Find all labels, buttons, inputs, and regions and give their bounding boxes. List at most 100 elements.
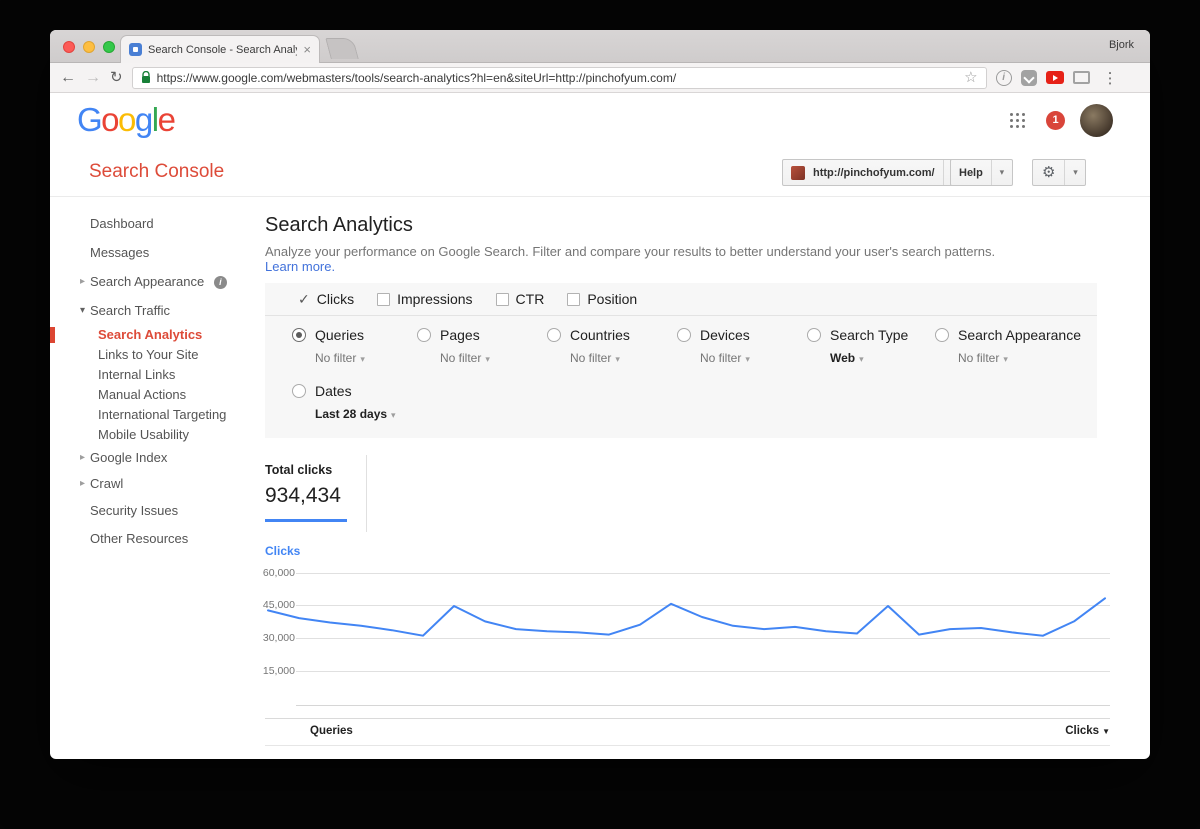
zoom-window-button[interactable] xyxy=(103,41,115,53)
sidebar-item-internal-links[interactable]: Internal Links xyxy=(50,365,265,385)
checkbox-icon[interactable] xyxy=(496,293,509,306)
table-header-clicks[interactable]: Clicks xyxy=(990,725,1110,737)
sort-desc-icon xyxy=(1099,725,1110,737)
minimize-window-button[interactable] xyxy=(83,41,95,53)
totals-divider xyxy=(366,455,367,532)
sidebar-item-search-appearance[interactable]: Search Appearance xyxy=(50,267,265,296)
metric-impressions[interactable]: Impressions xyxy=(377,291,472,307)
sidebar-item-security-issues[interactable]: Security Issues xyxy=(50,497,265,524)
dimension-search-appearance: Search Appearance No filter xyxy=(935,327,1081,367)
metric-position[interactable]: Position xyxy=(567,291,637,307)
checkbox-icon[interactable] xyxy=(567,293,580,306)
property-favicon xyxy=(791,166,805,180)
chevron-right-icon xyxy=(80,471,85,497)
chevron-right-icon xyxy=(80,267,85,296)
page-title: Search Analytics xyxy=(265,214,413,237)
settings-button[interactable] xyxy=(1032,159,1086,186)
search-type-filter-dropdown[interactable]: Web xyxy=(830,351,864,365)
chrome-menu-icon[interactable] xyxy=(1103,69,1118,87)
clicks-line-chart xyxy=(265,570,1110,710)
metric-clicks[interactable]: Clicks xyxy=(298,291,354,308)
radio-selected-icon[interactable] xyxy=(292,328,306,342)
metrics-row: Clicks Impressions CTR Position xyxy=(265,283,1097,316)
property-selector[interactable]: http://pinchofyum.com/ xyxy=(782,159,965,186)
bookmark-star-icon[interactable] xyxy=(964,68,977,87)
dimension-pages: Pages No filter xyxy=(417,327,490,367)
google-logo[interactable]: Google xyxy=(77,101,174,139)
sidebar: Dashboard Messages Search Appearance Sea… xyxy=(50,197,265,554)
notification-badge[interactable]: 1 xyxy=(1046,111,1065,130)
radio-icon[interactable] xyxy=(292,384,306,398)
forward-icon xyxy=(85,70,101,86)
sidebar-item-google-index[interactable]: Google Index xyxy=(50,445,265,471)
metric-ctr[interactable]: CTR xyxy=(496,291,545,307)
radio-icon[interactable] xyxy=(417,328,431,342)
learn-more-link[interactable]: Learn more. xyxy=(265,259,335,274)
radio-icon[interactable] xyxy=(807,328,821,342)
radio-icon[interactable] xyxy=(547,328,561,342)
total-clicks-label: Total clicks xyxy=(265,463,332,477)
google-bar: Google 1 xyxy=(50,93,1150,148)
url-text[interactable]: https://www.google.com/webmasters/tools/… xyxy=(157,71,959,85)
devices-filter-dropdown[interactable]: No filter xyxy=(700,351,750,365)
page-description: Analyze your performance on Google Searc… xyxy=(265,244,1005,274)
close-window-button[interactable] xyxy=(63,41,75,53)
radio-icon[interactable] xyxy=(677,328,691,342)
queries-filter-dropdown[interactable]: No filter xyxy=(315,351,365,365)
sidebar-item-links-to-your-site[interactable]: Links to Your Site xyxy=(50,345,265,365)
sidebar-item-messages[interactable]: Messages xyxy=(50,238,265,267)
cast-extension-icon[interactable] xyxy=(1073,71,1090,84)
sidebar-item-search-traffic[interactable]: Search Traffic xyxy=(50,296,265,325)
back-icon[interactable] xyxy=(60,70,76,86)
dimension-queries: Queries No filter xyxy=(292,327,365,367)
close-tab-icon[interactable]: × xyxy=(303,42,311,57)
pages-filter-dropdown[interactable]: No filter xyxy=(440,351,490,365)
sidebar-item-crawl[interactable]: Crawl xyxy=(50,471,265,497)
table-top-border xyxy=(265,718,1110,719)
browser-toolbar: https://www.google.com/webmasters/tools/… xyxy=(50,63,1150,93)
check-icon xyxy=(298,291,310,308)
sidebar-item-manual-actions[interactable]: Manual Actions xyxy=(50,385,265,405)
dates-filter-dropdown[interactable]: Last 28 days xyxy=(315,407,396,421)
chevron-down-icon[interactable] xyxy=(1064,160,1085,185)
chevron-right-icon xyxy=(80,445,85,471)
countries-filter-dropdown[interactable]: No filter xyxy=(570,351,620,365)
sidebar-item-other-resources[interactable]: Other Resources xyxy=(50,524,265,554)
dimension-countries: Countries No filter xyxy=(547,327,630,367)
table-header-queries[interactable]: Queries xyxy=(310,725,353,737)
help-button[interactable]: Help xyxy=(950,159,1013,186)
address-bar[interactable]: https://www.google.com/webmasters/tools/… xyxy=(132,67,987,89)
sidebar-item-international-targeting[interactable]: International Targeting xyxy=(50,405,265,425)
chevron-down-icon[interactable] xyxy=(991,160,1012,185)
youtube-extension-icon[interactable] xyxy=(1046,71,1064,84)
sidebar-item-dashboard[interactable]: Dashboard xyxy=(50,209,265,238)
sidebar-item-search-analytics[interactable]: Search Analytics xyxy=(50,325,265,345)
new-tab-button[interactable] xyxy=(325,38,359,59)
padlock-icon xyxy=(141,71,151,84)
sidebar-item-mobile-usability[interactable]: Mobile Usability xyxy=(50,425,265,445)
info-icon[interactable] xyxy=(214,276,227,289)
chevron-down-icon xyxy=(80,296,85,325)
checkbox-icon[interactable] xyxy=(377,293,390,306)
gear-icon xyxy=(1033,163,1064,182)
property-url-label: http://pinchofyum.com/ xyxy=(805,167,943,179)
search-appearance-filter-dropdown[interactable]: No filter xyxy=(958,351,1008,365)
reload-icon[interactable] xyxy=(110,70,123,86)
dimension-search-type: Search Type Web xyxy=(807,327,908,367)
filter-panel: Clicks Impressions CTR Position Queries … xyxy=(265,283,1097,438)
dimension-devices: Devices No filter xyxy=(677,327,750,367)
chrome-profile-name[interactable]: Bjork xyxy=(1109,39,1134,51)
pocket-extension-icon[interactable] xyxy=(1021,70,1037,86)
active-metric-underline xyxy=(265,519,347,522)
tab-title: Search Console - Search Analy xyxy=(148,44,297,56)
dimension-dates: Dates Last 28 days xyxy=(292,383,396,423)
browser-tab[interactable]: Search Console - Search Analy × xyxy=(120,35,320,63)
total-clicks-value[interactable]: 934,434 xyxy=(265,484,341,508)
radio-icon[interactable] xyxy=(935,328,949,342)
google-apps-grid-icon[interactable] xyxy=(1010,113,1025,128)
browser-window: Search Console - Search Analy × Bjork ht… xyxy=(50,30,1150,759)
avatar[interactable] xyxy=(1080,104,1113,137)
console-title: Search Console xyxy=(89,161,224,183)
help-label: Help xyxy=(951,167,991,179)
info-extension-icon[interactable] xyxy=(996,70,1012,86)
